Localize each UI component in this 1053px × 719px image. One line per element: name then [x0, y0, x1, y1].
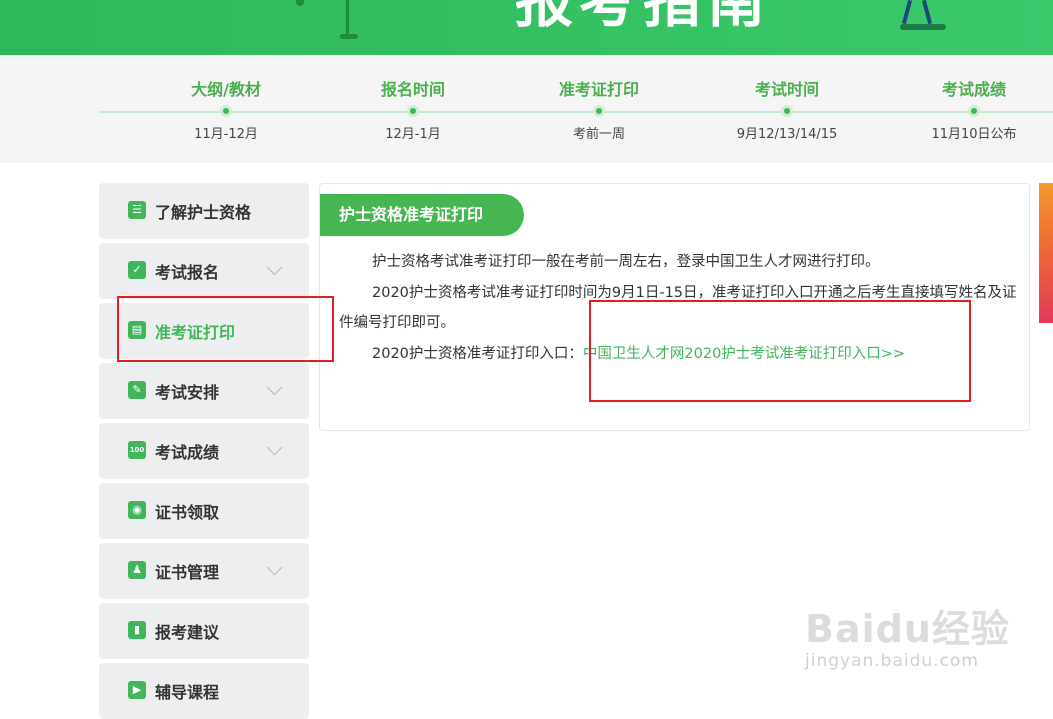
- sidebar-item-label: 证书管理: [155, 563, 220, 582]
- section-title-tab: 护士资格准考证打印: [320, 194, 524, 236]
- exam-timeline: 大纲/教材 11月-12月 报名时间 12月-1月 准考证打印 考前一周 考试时…: [0, 55, 1053, 163]
- monitor-check-icon: ✓: [128, 261, 146, 279]
- chevron-down-icon[interactable]: [266, 559, 283, 576]
- timeline-step-title: 准考证打印: [558, 80, 639, 99]
- sidebar-item-label: 报考建议: [155, 623, 220, 642]
- sidebar-item-exam-advice[interactable]: ▮ 报考建议: [99, 603, 309, 659]
- list-icon: ☰: [128, 201, 146, 219]
- baidu-watermark: Baidu经验 jingyan.baidu.com: [805, 598, 1010, 671]
- timeline-dot: [593, 105, 605, 117]
- timeline-step-title: 报名时间: [380, 80, 445, 99]
- user-doc-icon: ♟: [128, 561, 146, 579]
- sidebar-item-label: 证书领取: [155, 503, 220, 522]
- entry-label: 2020护士资格准考证打印入口：: [372, 345, 583, 362]
- timeline-step[interactable]: 准考证打印 考前一周: [524, 55, 674, 163]
- timeline-step-title: 考试时间: [754, 80, 819, 99]
- edit-icon: ✎: [128, 381, 146, 399]
- timeline-step-title: 考试成绩: [941, 80, 1006, 99]
- sidebar-item-exam-scores[interactable]: 100 考试成绩: [99, 423, 309, 479]
- banner-figure: [901, 0, 913, 25]
- timeline-dot: [781, 105, 793, 117]
- timeline-step-date: 12月-1月: [385, 127, 441, 142]
- timeline-step-date: 11月10日公布: [931, 127, 1017, 142]
- chevron-down-icon[interactable]: [266, 439, 283, 456]
- watermark-url: jingyan.baidu.com: [805, 651, 979, 671]
- sidebar-item-label: 考试安排: [155, 383, 220, 402]
- annotation-box-link: [589, 300, 971, 402]
- banner-illustration-pole: [346, 0, 349, 35]
- chevron-down-icon[interactable]: [266, 259, 283, 276]
- bar-chart-icon: ▮: [128, 621, 146, 639]
- sidebar-item-label: 考试成绩: [155, 443, 220, 462]
- chevron-down-icon[interactable]: [266, 379, 283, 396]
- score-icon: 100: [128, 441, 146, 459]
- timeline-step-date: 考前一周: [572, 127, 625, 142]
- medal-icon: ◉: [128, 501, 146, 519]
- sidebar-item-label: 辅导课程: [155, 683, 220, 702]
- play-icon: ▶: [128, 681, 146, 699]
- watermark-logo-text: Baidu经验: [805, 607, 1010, 651]
- sidebar-item-certificate-collect[interactable]: ◉ 证书领取: [99, 483, 309, 539]
- timeline-step[interactable]: 报名时间 12月-1月: [338, 55, 488, 163]
- timeline-step[interactable]: 考试成绩 11月10日公布: [899, 55, 1049, 163]
- top-banner: 报考指南: [0, 0, 1053, 55]
- banner-figure-base: [900, 24, 946, 30]
- banner-figure: [921, 0, 933, 25]
- banner-title: 报考指南: [515, 0, 772, 35]
- sidebar-item-label: 了解护士资格: [155, 203, 252, 222]
- sidebar-item-courses[interactable]: ▶ 辅导课程: [99, 663, 309, 719]
- timeline-dot: [968, 105, 980, 117]
- sidebar-item-exam-schedule[interactable]: ✎ 考试安排: [99, 363, 309, 419]
- sidebar-item-certificate-manage[interactable]: ♟ 证书管理: [99, 543, 309, 599]
- timeline-step[interactable]: 考试时间 9月12/13/14/15: [712, 55, 862, 163]
- banner-illustration-base: [340, 34, 358, 39]
- sidebar-item-label: 考试报名: [155, 263, 220, 282]
- paragraph-intro: 护士资格考试准考证打印一般在考前一周左右，登录中国卫生人才网进行打印。: [372, 254, 880, 270]
- decoration-dot: [296, 0, 304, 6]
- timeline-step[interactable]: 大纲/教材 11月-12月: [151, 55, 301, 163]
- sidebar-item-registration[interactable]: ✓ 考试报名: [99, 243, 309, 299]
- timeline-dot: [220, 105, 232, 117]
- annotation-box-sidebar: [117, 296, 334, 362]
- timeline-step-title: 大纲/教材: [191, 80, 261, 99]
- side-ad-strip[interactable]: [1039, 183, 1053, 323]
- timeline-step-date: 9月12/13/14/15: [736, 127, 838, 142]
- timeline-dot: [407, 105, 419, 117]
- timeline-step-date: 11月-12月: [194, 127, 258, 142]
- sidebar-item-qualification[interactable]: ☰ 了解护士资格: [99, 183, 309, 239]
